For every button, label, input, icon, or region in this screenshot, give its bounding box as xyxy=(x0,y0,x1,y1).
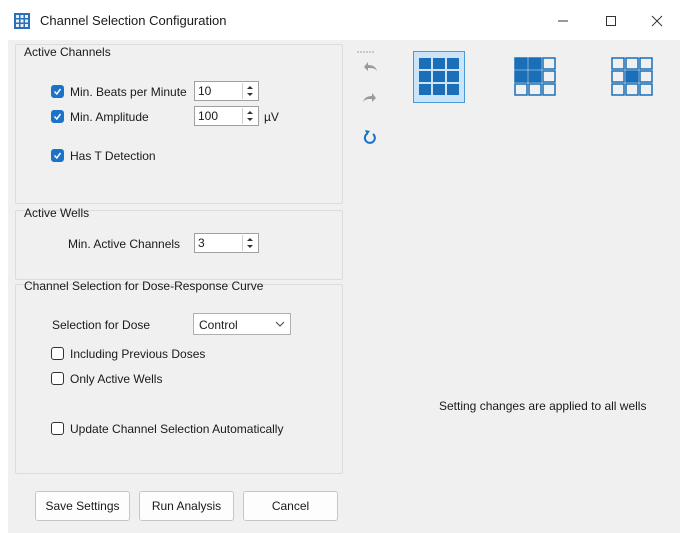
save-settings-button[interactable]: Save Settings xyxy=(35,491,130,521)
all-wells-layout-icon xyxy=(419,58,459,95)
info-text: Setting changes are applied to all wells xyxy=(439,399,647,413)
all-wells-layout-button[interactable] xyxy=(413,51,465,103)
toolbar-grip[interactable] xyxy=(356,43,376,57)
min-active-channels-label: Min. Active Channels xyxy=(68,237,181,251)
selection-for-dose-label: Selection for Dose xyxy=(52,318,151,332)
dose-response-legend: Channel Selection for Dose-Response Curv… xyxy=(24,279,264,293)
single-well-layout-icon xyxy=(611,57,653,96)
t-detection-label: Has T Detection xyxy=(70,149,156,163)
spinner-arrows-icon[interactable] xyxy=(242,83,257,99)
active-channels-legend: Active Channels xyxy=(24,45,111,59)
min-amplitude-checkbox[interactable] xyxy=(51,110,64,123)
min-bpm-label: Min. Beats per Minute xyxy=(70,85,187,99)
only-active-wells-label: Only Active Wells xyxy=(70,372,163,386)
close-icon xyxy=(651,15,663,27)
min-active-channels-spinner[interactable]: 3 xyxy=(194,233,259,253)
undo-icon xyxy=(364,62,377,71)
min-active-channels-value: 3 xyxy=(198,236,205,250)
update-auto-checkbox[interactable] xyxy=(51,422,64,435)
min-bpm-spinner[interactable]: 10 xyxy=(194,81,259,101)
dose-response-group xyxy=(15,284,343,474)
check-icon xyxy=(53,88,62,96)
maximize-button[interactable] xyxy=(588,6,634,36)
check-icon xyxy=(53,152,62,160)
selection-for-dose-dropdown[interactable]: Control xyxy=(193,313,291,335)
spinner-arrows-icon[interactable] xyxy=(242,235,257,251)
reset-button[interactable] xyxy=(359,126,381,148)
cancel-button[interactable]: Cancel xyxy=(243,491,338,521)
single-well-layout-button[interactable] xyxy=(606,51,658,103)
amplitude-unit: µV xyxy=(264,110,279,124)
check-icon xyxy=(53,113,62,121)
window-title: Channel Selection Configuration xyxy=(40,13,227,28)
including-previous-label: Including Previous Doses xyxy=(70,347,206,361)
reset-icon xyxy=(363,130,376,144)
min-bpm-checkbox[interactable] xyxy=(51,85,64,98)
selection-for-dose-value: Control xyxy=(199,318,238,332)
min-bpm-value: 10 xyxy=(198,84,212,98)
including-previous-checkbox[interactable] xyxy=(51,347,64,360)
min-amplitude-value: 100 xyxy=(198,109,219,123)
minimize-icon xyxy=(558,20,568,22)
min-amplitude-spinner[interactable]: 100 xyxy=(194,106,259,126)
active-channels-group xyxy=(15,44,343,204)
active-wells-legend: Active Wells xyxy=(24,206,90,220)
run-analysis-button[interactable]: Run Analysis xyxy=(139,491,234,521)
spinner-arrows-icon[interactable] xyxy=(242,108,257,124)
update-auto-label: Update Channel Selection Automatically xyxy=(70,422,284,436)
only-active-wells-checkbox[interactable] xyxy=(51,372,64,385)
undo-button[interactable] xyxy=(359,56,381,78)
maximize-icon xyxy=(606,16,616,26)
redo-icon xyxy=(363,93,376,102)
partial-wells-layout-button[interactable] xyxy=(509,51,561,103)
redo-button[interactable] xyxy=(359,87,381,109)
minimize-button[interactable] xyxy=(540,6,586,36)
partial-wells-layout-icon xyxy=(514,57,556,96)
chevron-down-icon xyxy=(275,321,285,327)
close-button[interactable] xyxy=(634,6,680,36)
min-amplitude-label: Min. Amplitude xyxy=(70,110,149,124)
t-detection-checkbox[interactable] xyxy=(51,149,64,162)
app-grid-icon xyxy=(14,13,30,29)
